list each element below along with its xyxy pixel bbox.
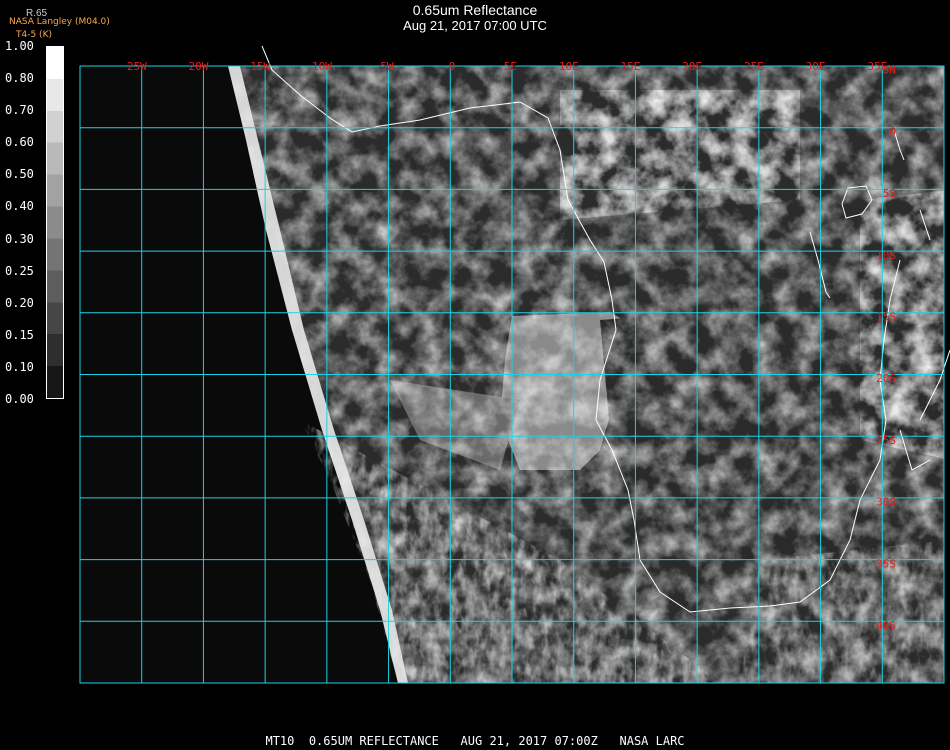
latitude-label: 5S — [883, 187, 896, 200]
longitude-label: 30E — [806, 60, 826, 73]
longitude-label: 10W — [312, 60, 332, 73]
longitude-label: 15E — [621, 60, 641, 73]
longitude-label: 25E — [744, 60, 764, 73]
longitude-label: 5E — [504, 60, 517, 73]
latitude-label: 0 — [889, 125, 896, 138]
longitude-label: 20W — [189, 60, 209, 73]
latitude-label: 20S — [876, 372, 896, 385]
longitude-label: 0 — [449, 60, 456, 73]
latitude-label: 25S — [876, 434, 896, 447]
longitude-label: 15W — [250, 60, 270, 73]
latitude-label: 35S — [876, 557, 896, 570]
latitude-label: 5N — [883, 64, 896, 77]
latitude-label: 30S — [876, 496, 896, 509]
longitude-label: 10E — [559, 60, 579, 73]
longitude-label: 20E — [682, 60, 702, 73]
latitude-label: 40S — [876, 619, 896, 632]
footer-caption: MT10 0.65UM REFLECTANCE AUG 21, 2017 07:… — [265, 734, 685, 748]
longitude-label: 5W — [380, 60, 394, 73]
satellite-map: 25W 20W 15W 10W 5W 0 5E 10E 15E 20E 25E 30E 35E5N05S… — [79, 45, 950, 684]
latitude-label: 15S — [876, 311, 896, 324]
longitude-label: 25W — [127, 60, 147, 73]
latitude-label: 10S — [876, 249, 896, 262]
